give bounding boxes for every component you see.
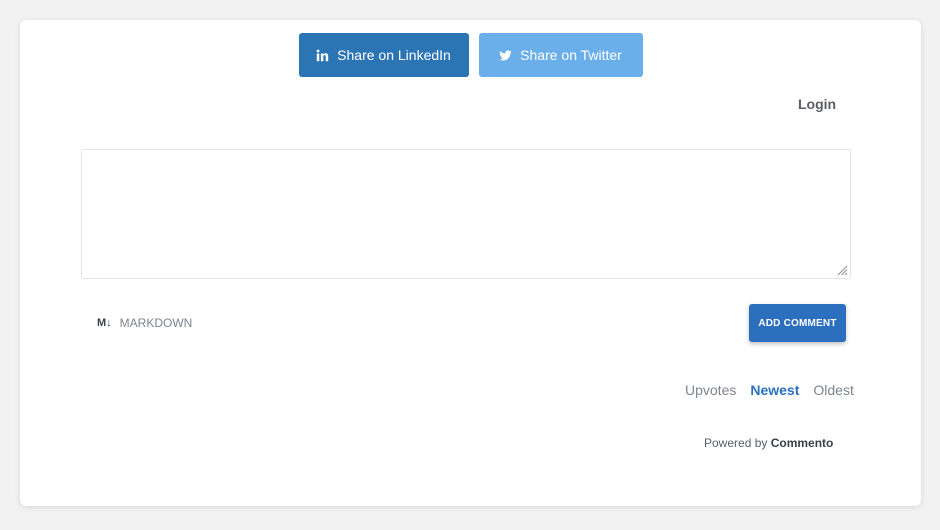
add-comment-button[interactable]: ADD COMMENT [749, 304, 846, 342]
sort-oldest[interactable]: Oldest [813, 382, 853, 398]
markdown-help-toggle[interactable]: M↓ MARKDOWN [97, 316, 192, 330]
login-link[interactable]: Login [798, 96, 836, 112]
sort-newest[interactable]: Newest [750, 382, 799, 398]
powered-by-prefix: Powered by [704, 436, 768, 450]
share-buttons-row: Share on LinkedIn Share on Twitter [20, 33, 921, 77]
sort-options: Upvotes Newest Oldest [685, 382, 854, 398]
sort-upvotes[interactable]: Upvotes [685, 382, 736, 398]
powered-by-footer: Powered by Commento [704, 436, 833, 450]
linkedin-icon [316, 49, 329, 61]
resize-handle-icon[interactable] [837, 265, 848, 276]
comments-card: Share on LinkedIn Share on Twitter Login… [20, 20, 921, 506]
share-linkedin-label: Share on LinkedIn [337, 47, 451, 63]
markdown-icon: M↓ [97, 317, 112, 329]
share-linkedin-button[interactable]: Share on LinkedIn [298, 33, 469, 77]
comment-textarea[interactable] [81, 149, 851, 279]
twitter-icon [499, 49, 512, 61]
commento-brand-link[interactable]: Commento [771, 436, 834, 450]
markdown-label: MARKDOWN [119, 316, 193, 330]
share-twitter-button[interactable]: Share on Twitter [478, 33, 643, 77]
share-twitter-label: Share on Twitter [520, 47, 622, 63]
